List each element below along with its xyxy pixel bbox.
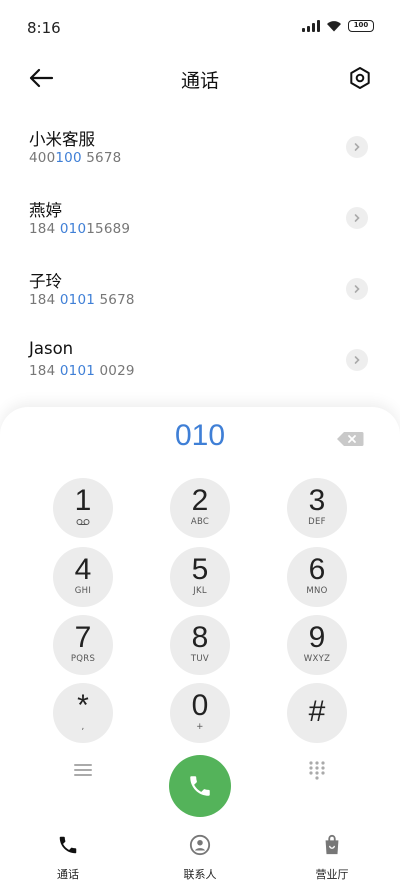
contacts-icon	[189, 834, 211, 856]
contact-name: 燕婷	[29, 201, 62, 220]
battery-icon: 100	[348, 20, 374, 32]
store-bag-icon	[325, 834, 339, 855]
key-0[interactable]: 0 +	[170, 683, 230, 743]
contact-row[interactable]: 燕婷 184 01015689	[0, 189, 400, 260]
status-bar: 8:16 100	[0, 0, 400, 56]
header: 通话	[0, 56, 400, 100]
chevron-right-icon	[354, 214, 360, 222]
contact-row[interactable]: Jason 184 0101 0029	[0, 331, 400, 402]
contact-name: Jason	[29, 339, 74, 358]
contact-name: 小米客服	[29, 130, 95, 149]
contact-detail-button[interactable]	[346, 349, 368, 371]
nav-label: 营业厅	[315, 868, 349, 881]
key-5[interactable]: 5 JKL	[170, 547, 230, 607]
nav-label: 联系人	[183, 868, 217, 881]
contact-number: 184 01015689	[29, 221, 131, 237]
status-icons: 100	[302, 20, 374, 32]
contact-detail-button[interactable]	[346, 136, 368, 158]
key-6[interactable]: 6 MNO	[287, 547, 347, 607]
nav-calls[interactable]: 通话	[28, 834, 108, 882]
settings-gear-icon[interactable]	[348, 66, 372, 90]
status-time: 8:16	[27, 19, 61, 37]
signal-icon	[302, 20, 320, 32]
backspace-icon[interactable]	[336, 431, 364, 447]
key-3[interactable]: 3 DEF	[287, 478, 347, 538]
key-2[interactable]: 2 ABC	[170, 478, 230, 538]
phone-icon	[59, 836, 77, 854]
contact-row[interactable]: 子玲 184 0101 5678	[0, 260, 400, 331]
voicemail-icon	[76, 519, 90, 525]
contact-row[interactable]: 小米客服 400100 5678	[0, 118, 400, 189]
key-4[interactable]: 4 GHI	[53, 547, 113, 607]
key-star[interactable]: * ,	[53, 683, 113, 743]
contact-list: 小米客服 400100 5678 燕婷 184 01015689 子玲 184 …	[0, 118, 400, 402]
phone-handset-icon	[190, 776, 210, 796]
nav-label: 通话	[57, 868, 79, 881]
chevron-right-icon	[354, 356, 360, 364]
wifi-icon	[327, 21, 341, 32]
nav-store[interactable]: 营业厅	[292, 834, 372, 882]
contact-detail-button[interactable]	[346, 278, 368, 300]
nav-contacts[interactable]: 联系人	[160, 834, 240, 882]
key-1[interactable]: 1	[53, 478, 113, 538]
bottom-nav: 通话 联系人 营业厅	[0, 830, 400, 889]
page-title: 通话	[180, 70, 219, 92]
key-hash[interactable]: #	[287, 683, 347, 743]
contact-number: 184 0101 5678	[29, 292, 135, 308]
contact-name: 子玲	[29, 272, 62, 291]
menu-lines-icon[interactable]	[73, 762, 93, 778]
call-button[interactable]	[169, 755, 231, 817]
key-7[interactable]: 7 PQRS	[53, 615, 113, 675]
contact-number: 184 0101 0029	[29, 363, 135, 379]
keypad-grid-icon[interactable]	[307, 760, 327, 780]
contact-number: 400100 5678	[29, 150, 122, 166]
chevron-right-icon	[354, 285, 360, 293]
chevron-right-icon	[354, 143, 360, 151]
key-9[interactable]: 9 WXYZ	[287, 615, 347, 675]
contact-detail-button[interactable]	[346, 207, 368, 229]
key-8[interactable]: 8 TUV	[170, 615, 230, 675]
